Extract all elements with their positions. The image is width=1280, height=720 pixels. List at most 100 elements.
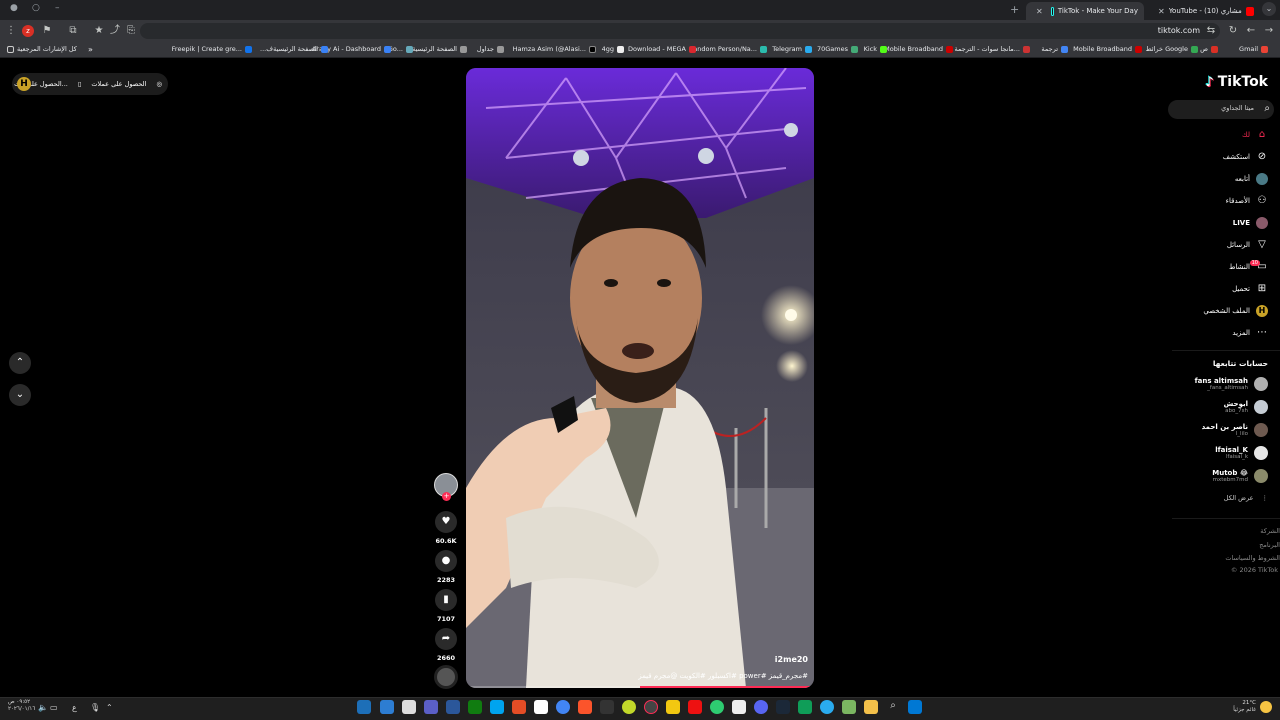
footer-link-program[interactable]: البرنامج: [1259, 541, 1280, 549]
bookmark-home[interactable]: الصفحة الرئيسية: [412, 45, 467, 53]
address-bar[interactable]: [140, 23, 1220, 39]
taskbar-app-icon[interactable]: [534, 700, 548, 714]
bookmark-google-maps[interactable]: خرائط Google: [1146, 45, 1198, 53]
network-icon[interactable]: ▭: [50, 703, 58, 712]
bookmark-x[interactable]: Hamza Asim (@Alasi...: [513, 45, 596, 53]
bookmark-manga[interactable]: مانجا سوات - الترجمة...: [954, 45, 1030, 53]
tab-youtube[interactable]: ✕ YouTube - (10) رده فعل مشاري: [1148, 2, 1264, 20]
sidebar-item-upload[interactable]: تحميل ⊞: [1232, 283, 1268, 295]
bookmark-random-person[interactable]: Random Person/Na...: [689, 45, 767, 53]
sidebar-item-messages[interactable]: الرسائل ▽: [1227, 239, 1268, 251]
share-icon[interactable]: ⤴: [108, 24, 122, 38]
bookmark-4gg[interactable]: 4gg: [602, 45, 624, 53]
followed-account[interactable]: ابوحش abo_7sh: [1224, 400, 1268, 414]
sidebar-item-activity[interactable]: النشاط ▭: [1229, 261, 1268, 273]
sidebar-item-for-you[interactable]: لك ⌂: [1242, 129, 1268, 141]
taskbar-app-icon[interactable]: [380, 700, 394, 714]
video-caption[interactable]: #مجرم_قيمز #power #اكسبلور #الكويت @مجرم…: [638, 672, 808, 680]
close-tab-icon[interactable]: ✕: [1158, 7, 1165, 16]
like-button[interactable]: ♥: [435, 511, 457, 533]
site-settings-icon[interactable]: ⇆: [1204, 24, 1218, 38]
followed-account[interactable]: Mutob 😂 mxtebm7md: [1212, 469, 1268, 483]
bookmark-sheets[interactable]: جداول: [477, 45, 504, 53]
install-app-icon[interactable]: ⎘: [124, 24, 138, 38]
footer-link-terms[interactable]: الشروط والسياسات: [1225, 554, 1280, 562]
minimize-icon[interactable]: ●: [10, 3, 18, 13]
bookmark-70games[interactable]: 70Games: [817, 45, 858, 53]
sidebar-item-live[interactable]: LIVE: [1233, 217, 1268, 229]
taskbar-app-icon[interactable]: [622, 700, 636, 714]
bookmark-translate[interactable]: ترجمة: [1041, 45, 1068, 53]
profile-avatar-icon[interactable]: z: [22, 25, 34, 37]
follow-plus-icon[interactable]: +: [442, 492, 451, 501]
taskbar-app-icon[interactable]: [490, 700, 504, 714]
menu-icon[interactable]: ⋮: [4, 24, 18, 38]
followed-account[interactable]: fans altimsah _fans_altimsah: [1195, 377, 1268, 391]
brave-icon[interactable]: [578, 700, 592, 714]
bookmark-freepik[interactable]: Freepik | Create gre...: [172, 45, 252, 53]
taskbar-app-icon[interactable]: [600, 700, 614, 714]
chevron-down-icon[interactable]: ⌄: [1262, 2, 1276, 16]
bookmark-item[interactable]: ص: [1200, 45, 1218, 53]
reload-icon[interactable]: ↻: [1226, 24, 1240, 38]
close-tab-icon[interactable]: ✕: [1036, 7, 1043, 16]
taskbar-app-icon[interactable]: [732, 700, 746, 714]
url-text[interactable]: tiktok.com: [1158, 26, 1200, 35]
taskbar-app-icon[interactable]: [666, 700, 680, 714]
bookmark-mobile-broadband[interactable]: Mobile Broadband: [1073, 45, 1142, 53]
music-disc-icon[interactable]: [434, 665, 458, 689]
back-icon[interactable]: ←: [1244, 24, 1258, 38]
video-progress-bar[interactable]: [466, 686, 814, 688]
previous-video-button[interactable]: ⌃: [9, 352, 31, 374]
taskbar-app-icon[interactable]: [402, 700, 416, 714]
comment-button[interactable]: ●: [435, 550, 457, 572]
sidebar-item-friends[interactable]: الأصدقاء ⚇: [1226, 195, 1268, 207]
windows-start-icon[interactable]: [908, 700, 922, 714]
taskbar-app-icon[interactable]: [424, 700, 438, 714]
followed-account[interactable]: ناصر بن احمد l_lilo: [1202, 423, 1268, 437]
weather-widget[interactable]: 21°C غائم جزئياً: [1233, 700, 1256, 714]
bookmark-star-icon[interactable]: ★: [92, 24, 106, 38]
more-bookmarks-icon[interactable]: »: [88, 45, 93, 54]
telegram-icon[interactable]: [820, 700, 834, 714]
bookmark-go[interactable]: Go...: [388, 45, 413, 53]
save-button[interactable]: ▮: [435, 589, 457, 611]
video-username[interactable]: i2me20: [775, 655, 808, 664]
footer-link-company[interactable]: الشركة: [1260, 527, 1280, 535]
video-player[interactable]: i2me20 #مجرم_قيمز #power #اكسبلور #الكوي…: [466, 68, 814, 688]
chevron-up-icon[interactable]: ⌃: [106, 703, 113, 712]
taskbar-app-icon[interactable]: [710, 700, 724, 714]
extension-icon[interactable]: ⚑: [40, 24, 54, 38]
clock[interactable]: ٠٩:٥٢ ص ٢٠٢٦/٠١/١٦: [8, 699, 35, 713]
sidebar-item-explore[interactable]: استكشف ⊘: [1223, 151, 1268, 163]
get-coins-chip[interactable]: الحصول على الت... ▯ الحصول على عملات ◎: [12, 73, 168, 95]
search-query[interactable]: ميثا الجداوي: [1221, 104, 1254, 112]
followed-account[interactable]: lfaisal_K lfaisal_k: [1215, 446, 1268, 460]
extensions-puzzle-icon[interactable]: ⧉: [66, 24, 80, 38]
taskbar-app-icon[interactable]: [688, 700, 702, 714]
taskbar-app-icon[interactable]: [446, 700, 460, 714]
close-window-icon[interactable]: –: [55, 3, 60, 13]
search-icon[interactable]: ⌕: [1264, 103, 1270, 114]
bookmark-home-2[interactable]: الصفحة الرئيسية: [273, 45, 328, 53]
bookmark-gmail[interactable]: Gmail: [1239, 45, 1268, 53]
chrome-icon[interactable]: [556, 700, 570, 714]
discord-icon[interactable]: [754, 700, 768, 714]
bookmark-telegram[interactable]: Telegram: [772, 45, 812, 53]
taskbar-app-icon[interactable]: [842, 700, 856, 714]
sidebar-item-more[interactable]: المزيد ⋯: [1232, 327, 1268, 339]
bookmark-item-f[interactable]: ...ف: [260, 45, 273, 53]
sidebar-item-following[interactable]: أتابعه: [1235, 173, 1268, 185]
bookmark-mobile-broadband-2[interactable]: Mobile Broadband: [884, 45, 953, 53]
taskbar-app-icon-active[interactable]: [644, 700, 658, 714]
see-all-button[interactable]: عرض الكل ⋮: [1224, 494, 1268, 502]
tab-tiktok[interactable]: ✕ TikTok - Make Your Day: [1026, 2, 1144, 20]
all-bookmarks[interactable]: كل الإشارات المرجعية: [7, 45, 77, 53]
restore-icon[interactable]: ○: [32, 3, 40, 13]
taskbar-app-icon[interactable]: [798, 700, 812, 714]
bookmark-mega[interactable]: Download - MEGA: [628, 45, 696, 53]
taskbar-app-icon[interactable]: [512, 700, 526, 714]
forward-icon[interactable]: →: [1262, 24, 1276, 38]
get-coins-link[interactable]: الحصول على عملات: [91, 80, 146, 88]
volume-icon[interactable]: 🔈: [38, 703, 48, 712]
